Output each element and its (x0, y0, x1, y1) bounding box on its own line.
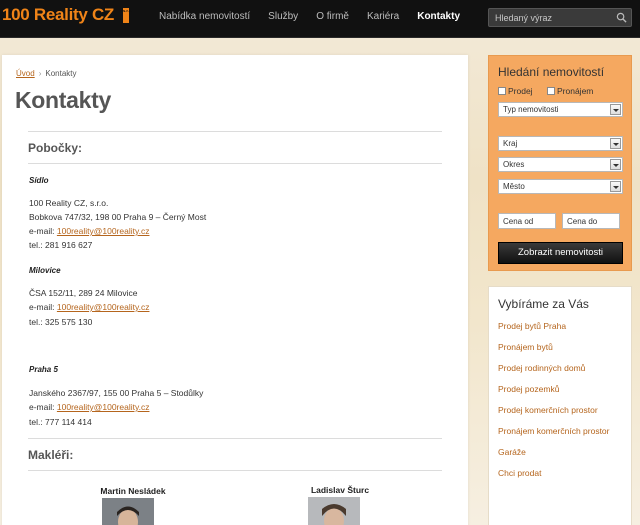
show-properties-button[interactable]: Zobrazit nemovitosti (498, 242, 623, 264)
search-icon[interactable] (616, 12, 627, 23)
chevron-down-icon[interactable] (610, 138, 621, 149)
checkbox-rent[interactable] (547, 87, 555, 95)
district-select[interactable]: Okres (498, 157, 623, 172)
checkbox-rent-row[interactable]: Pronájem (547, 86, 593, 96)
link-item[interactable]: Prodej rodinných domů (498, 362, 626, 383)
select-value: Město (503, 182, 525, 191)
link-item[interactable]: Prodej bytů Praha (498, 320, 626, 341)
breadcrumb-separator: › (38, 69, 42, 78)
nav-item-sluzby[interactable]: Služby (259, 0, 307, 38)
divider (28, 470, 442, 471)
office-phone: tel.: 281 916 627 (29, 240, 93, 250)
office-address: 100 Reality CZ, s.r.o. (29, 198, 109, 208)
logo-mark: s.r.o. (123, 8, 132, 23)
breadcrumb: Úvod › Kontakty (16, 69, 77, 78)
nav-item-nabidka[interactable]: Nabídka nemovitostí (150, 0, 259, 38)
office-phone: tel.: 777 114 414 (29, 417, 92, 427)
divider (28, 131, 442, 132)
checkbox-rent-label: Pronájem (557, 86, 594, 96)
checkbox-sale[interactable] (498, 87, 506, 95)
office-email-row: e-mail: 100reality@100reality.cz (29, 224, 149, 239)
price-from-input[interactable] (498, 213, 556, 229)
agent-photo[interactable] (102, 498, 154, 525)
recommended-links-panel: Vybíráme za Vás Prodej bytů Praha Pronáj… (488, 286, 632, 525)
link-item[interactable]: Pronájem bytů (498, 341, 626, 362)
agent-name: Ladislav Šturc (310, 485, 370, 495)
office-phone: tel.: 325 575 130 (29, 317, 93, 327)
link-item[interactable]: Garáže (498, 446, 626, 467)
avatar (308, 497, 360, 525)
email-label: e-mail: (29, 226, 55, 236)
breadcrumb-current: Kontakty (45, 69, 77, 78)
checkbox-sale-label: Prodej (508, 86, 533, 96)
divider (28, 438, 442, 439)
site-logo[interactable]: 100 Reality CZ (2, 5, 114, 25)
link-item[interactable]: Chci prodat (498, 467, 626, 488)
links-list: Prodej bytů Praha Pronájem bytů Prodej r… (498, 320, 626, 488)
region-select[interactable]: Kraj (498, 136, 623, 151)
branches-heading: Pobočky: (28, 141, 83, 155)
search-input[interactable] (489, 9, 613, 26)
main-content: Úvod › Kontakty Kontakty Pobočky: Sídlo 10… (2, 55, 468, 525)
office-name: Sídlo (29, 176, 49, 185)
avatar (102, 498, 154, 525)
property-type-select[interactable]: Typ nemovitosti (498, 102, 623, 117)
main-nav: Nabídka nemovitostí Služby O firmě Karié… (150, 0, 469, 38)
price-to-input[interactable] (562, 213, 620, 229)
office-address: Bobkova 747/32, 198 00 Praha 9 – Černý M… (29, 212, 207, 222)
email-link[interactable]: 100reality@100reality.cz (57, 402, 150, 412)
search-panel-title: Hledání nemovitostí (498, 65, 605, 79)
agents-heading: Makléři: (28, 448, 74, 462)
link-item[interactable]: Prodej komerčních prostor (498, 404, 626, 425)
divider (28, 163, 442, 164)
chevron-down-icon[interactable] (610, 159, 621, 170)
link-item[interactable]: Pronájem komerčních prostor (498, 425, 626, 446)
city-select[interactable]: Město (498, 179, 623, 194)
office-name: Praha 5 (29, 365, 58, 374)
checkbox-sale-row[interactable]: Prodej (498, 86, 533, 96)
office-address: Janského 2367/97, 155 00 Praha 5 – Stodů… (29, 388, 204, 398)
select-value: Typ nemovitosti (503, 105, 559, 114)
breadcrumb-home-link[interactable]: Úvod (16, 69, 35, 78)
agent-photo[interactable] (308, 497, 360, 525)
email-link[interactable]: 100reality@100reality.cz (57, 226, 150, 236)
nav-item-kontakty[interactable]: Kontakty (408, 0, 469, 38)
link-item[interactable]: Prodej pozemků (498, 383, 626, 404)
chevron-down-icon[interactable] (610, 181, 621, 192)
agent-name: Martin Nesládek (100, 486, 166, 496)
nav-item-o-firme[interactable]: O firmě (307, 0, 358, 38)
office-address: ČSA 152/11, 289 24 Milovice (29, 288, 138, 298)
email-label: e-mail: (29, 302, 55, 312)
select-value: Kraj (503, 139, 518, 148)
top-navigation-bar: 100 Reality CZ s.r.o. Nabídka nemovitost… (0, 0, 640, 38)
page-title: Kontakty (15, 87, 112, 113)
links-panel-title: Vybíráme za Vás (498, 297, 589, 311)
office-email-row: e-mail: 100reality@100reality.cz (29, 400, 149, 415)
chevron-down-icon[interactable] (610, 104, 621, 115)
email-link[interactable]: 100reality@100reality.cz (57, 302, 150, 312)
select-value: Okres (503, 160, 525, 169)
nav-item-kariera[interactable]: Kariéra (358, 0, 408, 38)
office-email-row: e-mail: 100reality@100reality.cz (29, 300, 149, 315)
email-label: e-mail: (29, 402, 55, 412)
property-search-panel: Hledání nemovitostí Prodej Pronájem Typ … (488, 55, 632, 271)
site-search (488, 8, 632, 27)
office-name: Milovice (29, 266, 61, 275)
